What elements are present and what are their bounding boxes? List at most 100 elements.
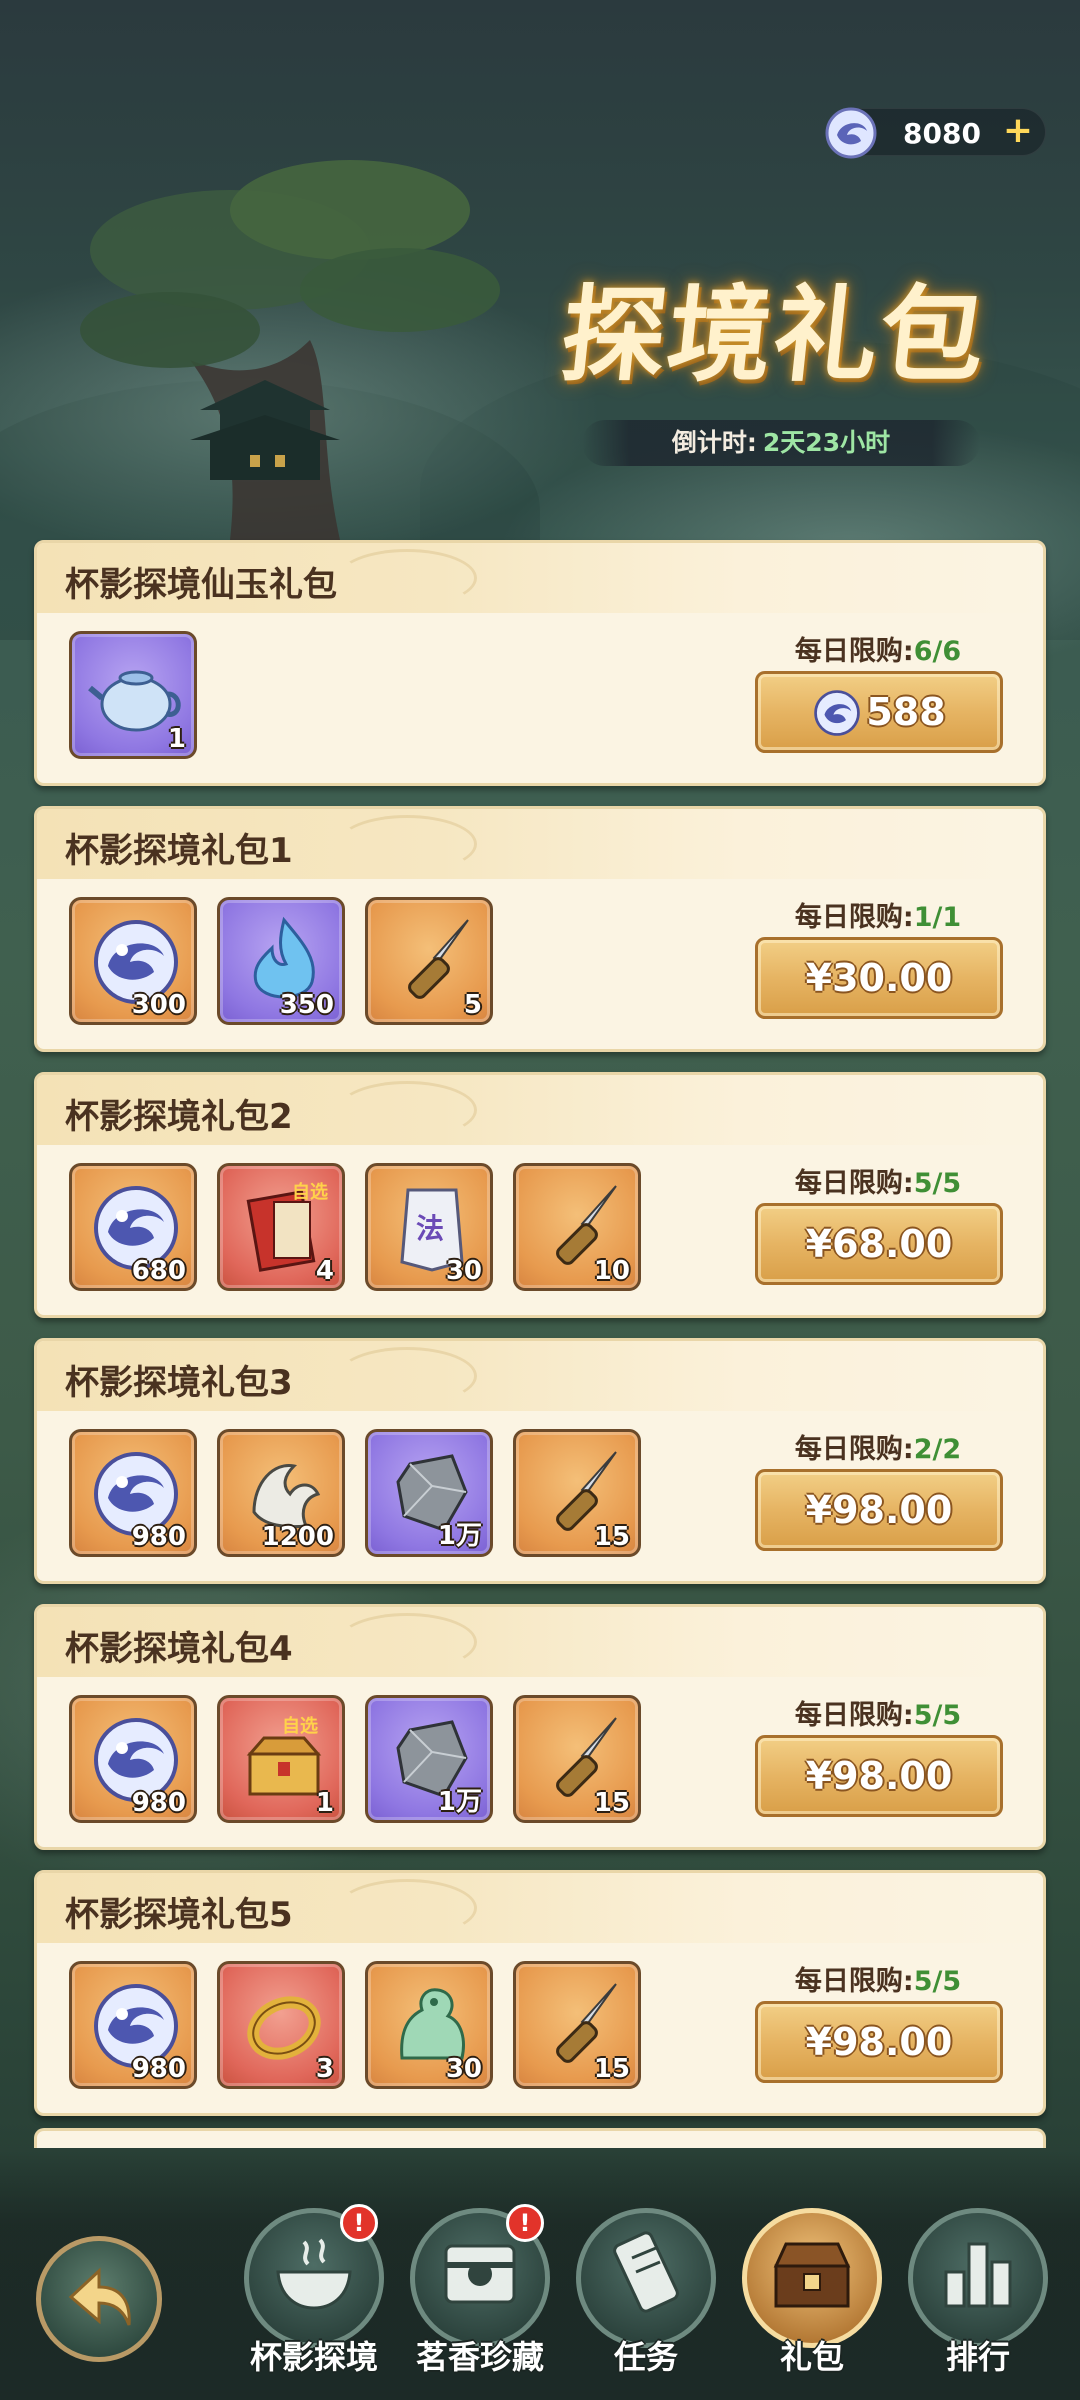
nav-item-label: 杯影探境 <box>249 2338 378 2376</box>
reward-item[interactable]: 1万 <box>365 1429 493 1557</box>
page-title: 探境礼包 <box>555 273 993 396</box>
nav-item-1[interactable]: 杯影探境! <box>244 2204 384 2376</box>
reward-item[interactable]: 自选 1 <box>217 1695 345 1823</box>
gift-pack-name: 杯影探境礼包3 <box>65 1363 293 1403</box>
gift-pack-name: 杯影探境礼包1 <box>65 831 293 871</box>
cloud-swirl-icon <box>337 1613 477 1671</box>
reward-item[interactable]: 15 <box>513 1429 641 1557</box>
nav-item-3[interactable]: 任务 <box>576 2208 716 2376</box>
daily-limit: 每日限购:1/1 <box>753 895 1003 934</box>
reward-item-count: 980 <box>131 1522 186 1552</box>
daily-limit-label: 每日限购: <box>794 1168 914 1199</box>
buy-button[interactable]: ¥98.00 <box>755 2001 1003 2083</box>
daily-limit-label: 每日限购: <box>794 1434 914 1465</box>
notification-badge: ! <box>506 2204 544 2242</box>
reward-item[interactable]: 980 <box>69 1429 197 1557</box>
reward-item-count: 15 <box>593 1788 630 1818</box>
gift-pack-card: 杯影探境仙玉礼包 1 每日限购:6/6 588 <box>34 540 1046 786</box>
add-currency-button[interactable]: + <box>1003 111 1033 151</box>
currency-bar: 8080 + <box>825 107 1046 159</box>
reward-item[interactable]: 1 <box>69 631 197 759</box>
nav-item-2[interactable]: 茗香珍藏! <box>410 2204 550 2376</box>
reward-item-count: 1 <box>315 1788 334 1818</box>
reward-item[interactable]: 10 <box>513 1163 641 1291</box>
scroll-icon <box>596 2222 696 2322</box>
daily-limit-value: 2/2 <box>913 1434 962 1465</box>
reward-item[interactable]: 980 <box>69 1695 197 1823</box>
daily-limit-label: 每日限购: <box>794 1966 914 1997</box>
gift-pack-name: 杯影探境礼包2 <box>65 1097 293 1137</box>
buy-button[interactable]: ¥68.00 <box>755 1203 1003 1285</box>
reward-item[interactable]: 15 <box>513 1961 641 2089</box>
gift-chest-icon <box>762 2222 862 2322</box>
back-arrow-icon <box>68 2267 131 2326</box>
daily-limit-label: 每日限购: <box>794 902 914 933</box>
gift-pack-card: 杯影探境礼包4 980 自选 1 1万 15 每日限购:5/5 ¥98.00 <box>34 1604 1046 1850</box>
daily-limit-label: 每日限购: <box>794 1700 914 1731</box>
daily-limit-value: 1/1 <box>913 902 962 933</box>
reward-item[interactable]: 300 <box>69 897 197 1025</box>
buy-button[interactable]: ¥98.00 <box>755 1469 1003 1551</box>
daily-limit-label: 每日限购: <box>794 636 914 667</box>
reward-item-count: 1 <box>167 724 186 754</box>
daily-limit-value: 5/5 <box>913 1966 962 1997</box>
gift-pack-header: 杯影探境礼包5 <box>37 1873 1043 1943</box>
reward-item-count: 680 <box>131 1256 186 1286</box>
reward-item[interactable]: 自选 4 <box>217 1163 345 1291</box>
reward-item[interactable]: 1万 <box>365 1695 493 1823</box>
nav-item-4[interactable]: 礼包 <box>742 2208 882 2376</box>
price-label: ¥98.00 <box>805 2020 953 2064</box>
daily-limit: 每日限购:6/6 <box>753 629 1003 668</box>
reward-item-count: 980 <box>131 1788 186 1818</box>
cloud-swirl-icon <box>337 549 477 607</box>
countdown-label: 倒计时: <box>671 428 757 457</box>
price-label: ¥98.00 <box>805 1488 953 1532</box>
reward-item-count: 1万 <box>437 1521 482 1551</box>
gift-pack-header: 杯影探境礼包2 <box>37 1075 1043 1145</box>
svg-text:法: 法 <box>416 1212 444 1245</box>
reward-item[interactable]: 1200 <box>217 1429 345 1557</box>
nav-item-5[interactable]: 排行 <box>908 2208 1048 2376</box>
svg-text:自选: 自选 <box>282 1715 318 1737</box>
gift-pack-card: 杯影探境礼包1 300 350 5 每日限购:1/1 ¥30.00 <box>34 806 1046 1052</box>
currency-amount: 8080 <box>903 117 981 150</box>
reward-item[interactable]: 法 30 <box>365 1163 493 1291</box>
reward-item-count: 3 <box>315 2054 334 2084</box>
svg-text:自选: 自选 <box>292 1181 328 1203</box>
reward-item[interactable]: 3 <box>217 1961 345 2089</box>
notification-badge: ! <box>340 2204 378 2242</box>
reward-item-count: 15 <box>593 1522 630 1552</box>
reward-item[interactable]: 980 <box>69 1961 197 2089</box>
daily-limit-value: 6/6 <box>913 636 962 667</box>
gift-pack-name: 杯影探境仙玉礼包 <box>65 565 337 605</box>
reward-item-count: 4 <box>315 1256 334 1286</box>
reward-item[interactable]: 350 <box>217 897 345 1025</box>
reward-item[interactable]: 15 <box>513 1695 641 1823</box>
buy-button[interactable]: 588 <box>755 671 1003 753</box>
reward-item[interactable]: 5 <box>365 897 493 1025</box>
nav-item-label: 礼包 <box>779 2338 844 2376</box>
ranking-icon <box>928 2222 1028 2322</box>
reward-item-count: 1200 <box>261 1522 334 1552</box>
reward-item[interactable]: 680 <box>69 1163 197 1291</box>
reward-item-count: 10 <box>593 1256 630 1286</box>
cloud-swirl-icon <box>337 815 477 873</box>
countdown-value: 2天23小时 <box>762 428 891 457</box>
reward-item[interactable]: 30 <box>365 1961 493 2089</box>
buy-button[interactable]: ¥30.00 <box>755 937 1003 1019</box>
gift-pack-card: 杯影探境礼包2 680 自选 4 法 30 10 每日限购:5/5 ¥68.00 <box>34 1072 1046 1318</box>
gift-pack-name: 杯影探境礼包5 <box>65 1895 293 1935</box>
nav-item-label: 任务 <box>613 2338 678 2376</box>
cloud-swirl-icon <box>337 1081 477 1139</box>
gift-pack-header: 杯影探境礼包4 <box>37 1607 1043 1677</box>
countdown-timer: 倒计时: 2天23小时 <box>582 420 980 466</box>
reward-item-count: 1万 <box>437 1787 482 1817</box>
back-button[interactable] <box>36 2236 162 2362</box>
gift-pack-card: 杯影探境礼包3 980 1200 1万 15 每日限购:2/2 ¥98.00 <box>34 1338 1046 1584</box>
price-label: 588 <box>866 690 946 734</box>
daily-limit-value: 5/5 <box>913 1700 962 1731</box>
buy-button[interactable]: ¥98.00 <box>755 1735 1003 1817</box>
gift-pack-header: 杯影探境礼包3 <box>37 1341 1043 1411</box>
reward-item-count: 15 <box>593 2054 630 2084</box>
pagoda-icon <box>190 380 340 480</box>
